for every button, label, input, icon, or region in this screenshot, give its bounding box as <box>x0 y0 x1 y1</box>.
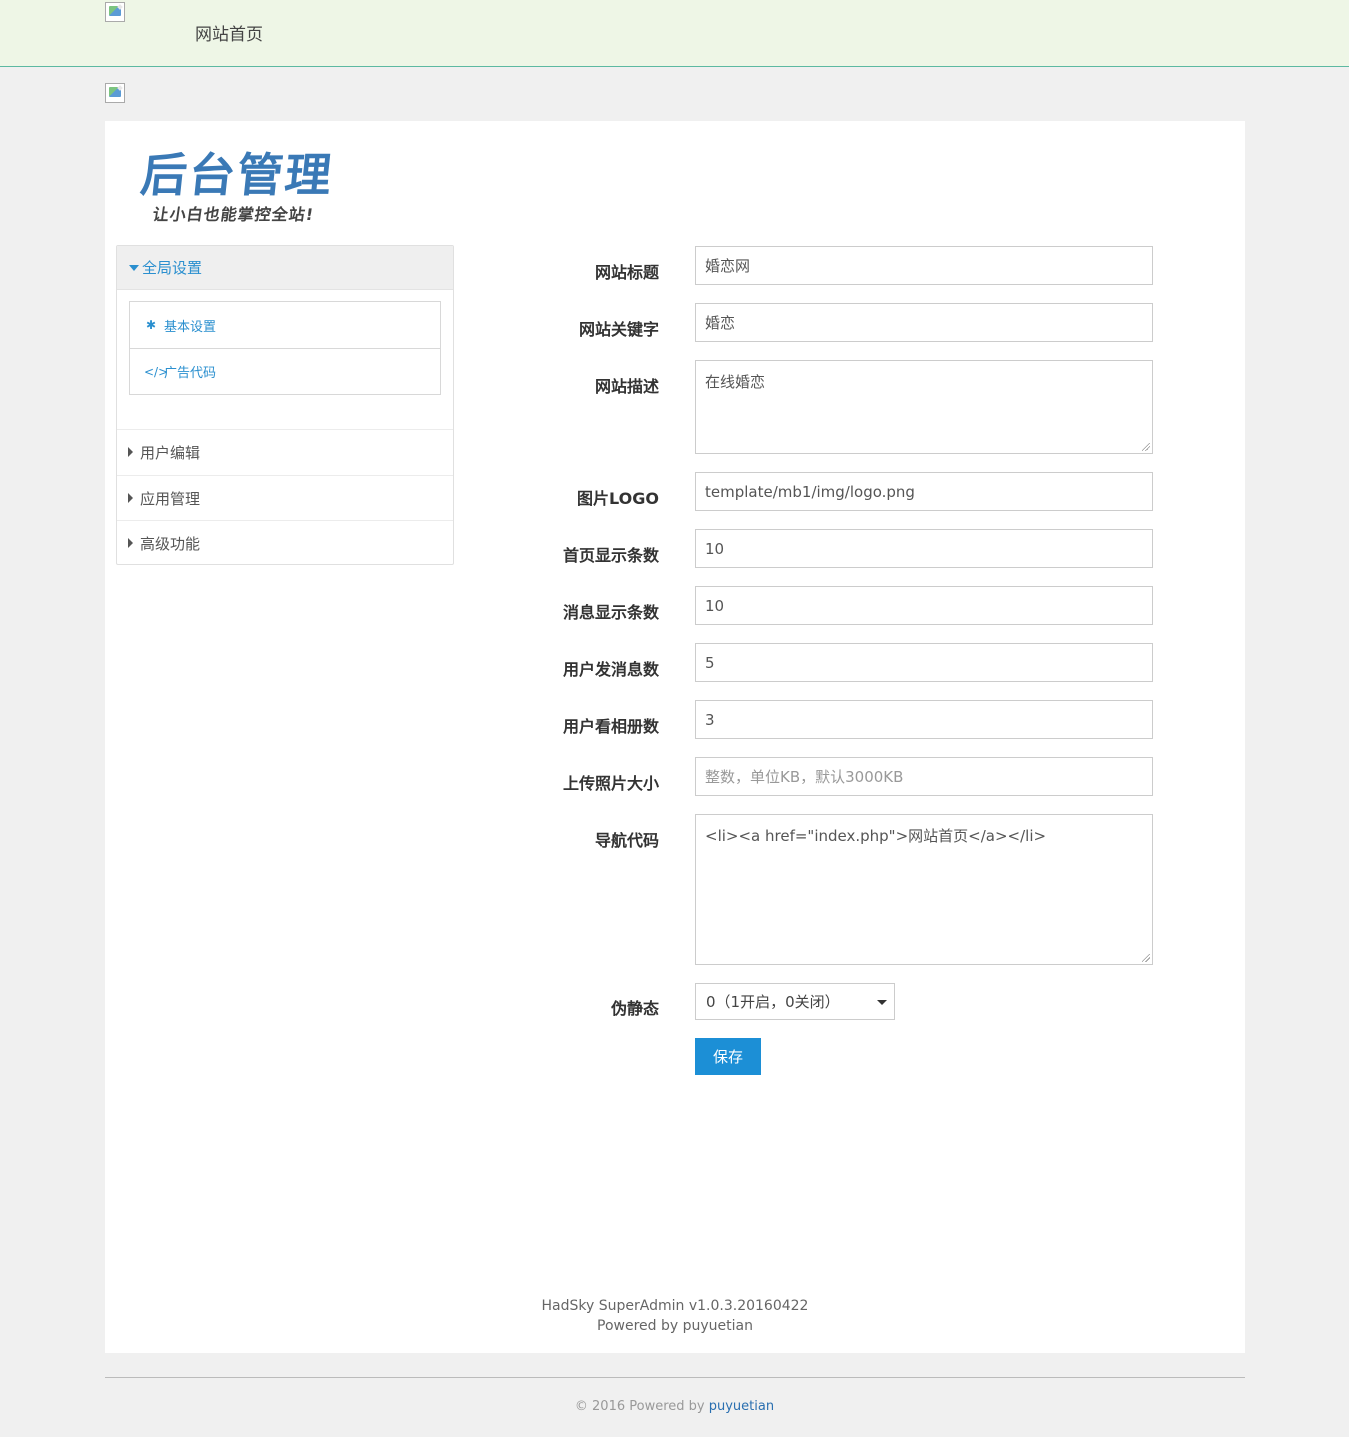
main-footer: HadSky SuperAdmin v1.0.3.20160422 Powere… <box>105 1296 1245 1336</box>
rewrite-select[interactable]: 0（1开启，0关闭） <box>695 983 895 1020</box>
top-bar: 网站首页 <box>0 0 1349 67</box>
rewrite-label: 伪静态 <box>610 999 659 1018</box>
sidebar-item-label: 基本设置 <box>164 319 217 335</box>
nav-code-textarea[interactable]: <li><a href="index.php">网站首页</a></li> <box>695 814 1153 965</box>
rewrite-selected-value: 0（1开启，0关闭） <box>706 993 840 1011</box>
upload-size-input[interactable]: 整数，单位KB，默认3000KB <box>695 757 1153 796</box>
version-text: HadSky SuperAdmin v1.0.3.20160422 <box>541 1298 809 1314</box>
site-description-textarea[interactable]: 在线婚恋 <box>695 360 1153 454</box>
home-count-input[interactable]: 10 <box>695 529 1153 568</box>
brand-title: 后台管理 <box>138 148 336 202</box>
admin-brand: 后台管理 让小白也能掌控全站! <box>138 148 341 224</box>
sidebar-item-label: 广告代码 <box>164 366 217 381</box>
nav-code-label: 导航代码 <box>594 831 659 850</box>
main-panel: 后台管理 让小白也能掌控全站! 全局设置 ✱ 基本设置 </> 广告代码 用户编… <box>105 121 1245 1353</box>
nav-home-link[interactable]: 网站首页 <box>195 20 263 45</box>
sidebar-item-basic-settings[interactable]: ✱ 基本设置 <box>130 302 440 348</box>
upload-size-label: 上传照片大小 <box>562 774 659 793</box>
sidebar-group-label: 全局设置 <box>142 259 203 277</box>
banner-image <box>105 83 125 103</box>
site-description-value: 在线婚恋 <box>705 373 766 391</box>
home-count-label: 首页显示条数 <box>562 546 659 565</box>
powered-text: Powered by puyuetian <box>597 1318 753 1334</box>
sidebar-item-label: 应用管理 <box>140 489 201 508</box>
site-logo-image[interactable] <box>105 2 125 22</box>
caret-down-icon <box>129 264 139 271</box>
resize-grip-icon[interactable] <box>1142 954 1150 962</box>
caret-right-icon <box>128 493 133 503</box>
code-icon: </> <box>144 364 169 379</box>
sidebar: 全局设置 ✱ 基本设置 </> 广告代码 用户编辑 应用管理 高级功能 <box>116 245 454 565</box>
site-keywords-input[interactable]: 婚恋 <box>695 303 1153 342</box>
caret-right-icon <box>128 447 133 457</box>
sidebar-item-app-management[interactable]: 应用管理 <box>117 475 453 520</box>
site-title-input[interactable]: 婚恋网 <box>695 246 1153 285</box>
user-albums-label: 用户看相册数 <box>562 717 659 736</box>
logo-input[interactable]: template/mb1/img/logo.png <box>695 472 1153 511</box>
sidebar-item-label: 高级功能 <box>140 534 201 553</box>
save-button[interactable]: 保存 <box>695 1038 761 1075</box>
sidebar-item-advanced[interactable]: 高级功能 <box>117 520 453 565</box>
sidebar-sub-list: ✱ 基本设置 </> 广告代码 <box>129 301 441 395</box>
caret-right-icon <box>128 538 133 548</box>
chevron-down-icon <box>877 1000 887 1005</box>
resize-grip-icon[interactable] <box>1142 443 1150 451</box>
brand-subtitle: 让小白也能掌控全站! <box>151 205 316 224</box>
user-albums-input[interactable]: 3 <box>695 700 1153 739</box>
site-description-label: 网站描述 <box>594 377 659 396</box>
sidebar-group-global-settings[interactable]: 全局设置 <box>117 246 453 290</box>
user-messages-label: 用户发消息数 <box>562 660 659 679</box>
user-messages-input[interactable]: 5 <box>695 643 1153 682</box>
sidebar-item-label: 用户编辑 <box>140 443 201 462</box>
footer-divider <box>105 1377 1245 1378</box>
sidebar-item-ad-code[interactable]: </> 广告代码 <box>130 348 440 394</box>
footer-author-link[interactable]: puyuetian <box>709 1399 774 1414</box>
nav-code-value: <li><a href="index.php">网站首页</a></li> <box>705 827 1047 845</box>
message-count-label: 消息显示条数 <box>562 603 659 622</box>
page-footer: © 2016 Powered by puyuetian <box>0 1399 1349 1414</box>
message-count-input[interactable]: 10 <box>695 586 1153 625</box>
sidebar-item-user-edit[interactable]: 用户编辑 <box>117 429 453 474</box>
logo-label: 图片LOGO <box>577 489 659 508</box>
gear-icon: ✱ <box>145 318 157 332</box>
site-keywords-label: 网站关键字 <box>578 320 659 339</box>
copyright-text: © 2016 Powered by <box>574 1399 705 1414</box>
site-title-label: 网站标题 <box>594 263 659 282</box>
